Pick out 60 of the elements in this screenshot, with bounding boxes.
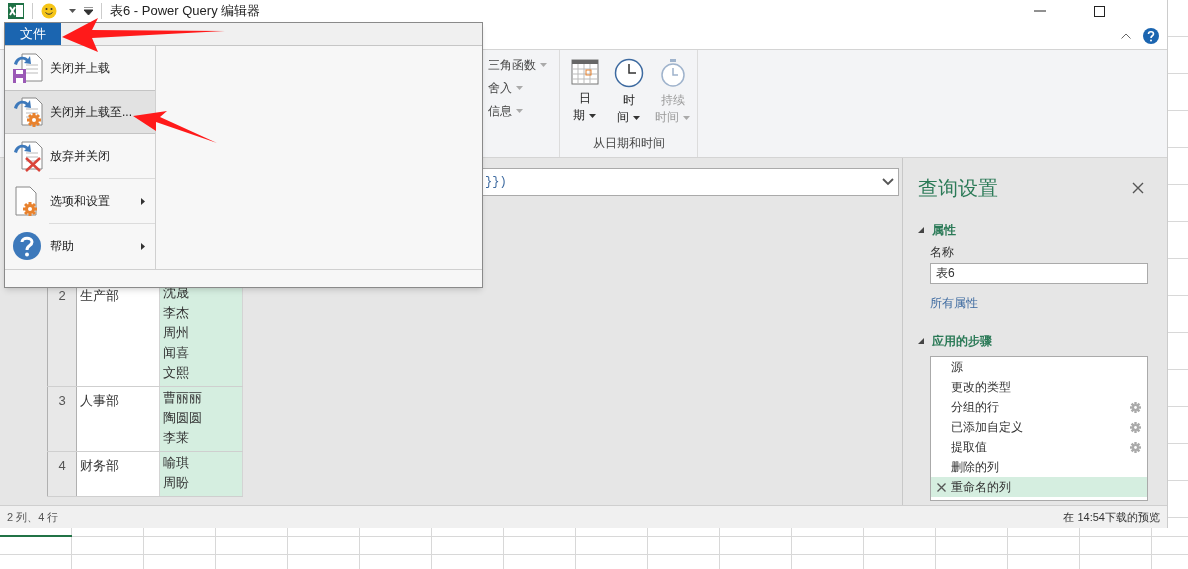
- status-text: 2 列、4 行: [7, 509, 59, 525]
- step-item[interactable]: 删除的列: [931, 457, 1147, 477]
- step-item[interactable]: 提取值: [931, 437, 1147, 457]
- calendar-icon: [570, 58, 599, 86]
- step-item[interactable]: 重命名的列: [931, 477, 1147, 497]
- pane-title: 查询设置: [918, 176, 998, 201]
- ribbon-button[interactable]: 时 间: [608, 58, 649, 126]
- ribbon-dropdown-button[interactable]: 舍入: [488, 79, 559, 96]
- caret-icon: [516, 85, 523, 90]
- step-item[interactable]: 更改的类型: [931, 377, 1147, 397]
- row-number: 4: [47, 452, 77, 496]
- submenu-arrow-icon: [141, 197, 145, 205]
- customize-toolbar-icon[interactable]: [84, 7, 93, 15]
- field-label: 名称: [930, 244, 955, 261]
- close-icon[interactable]: [1132, 182, 1144, 194]
- table-cell: 曹丽丽 陶圆圆 李莱: [160, 387, 243, 451]
- file-tab[interactable]: 文件: [5, 23, 61, 45]
- collapse-icon[interactable]: [918, 338, 924, 344]
- maximize-icon[interactable]: [1094, 5, 1105, 17]
- section-heading: 应用的步骤: [932, 333, 992, 350]
- step-item[interactable]: 已添加自定义: [931, 417, 1147, 437]
- caret-icon: [683, 115, 690, 120]
- help-icon[interactable]: [1143, 27, 1159, 44]
- status-text: 在 14:54下载的预览: [1063, 509, 1160, 525]
- menu-item[interactable]: 关闭并上载: [5, 46, 155, 90]
- collapse-ribbon-icon[interactable]: [1121, 32, 1131, 39]
- ribbon-button[interactable]: 日 期: [564, 58, 605, 126]
- help-icon: [12, 231, 42, 261]
- table-cell: 喻琪 周盼: [160, 452, 243, 496]
- section-heading: 属性: [932, 222, 956, 239]
- load-icon: [10, 51, 44, 85]
- formula-field[interactable]: }}): [480, 168, 899, 196]
- caret-icon: [633, 115, 640, 120]
- table-cell: 财务部: [77, 452, 160, 496]
- table-cell: 人事部: [77, 387, 160, 451]
- menu-item[interactable]: 放弃并关闭: [5, 134, 155, 178]
- ribbon-dropdown-button[interactable]: 三角函数: [488, 56, 559, 73]
- group-label: 从日期和时间: [591, 135, 666, 152]
- menu-item[interactable]: 关闭并上载至...: [5, 90, 155, 134]
- window-title: 表6 - Power Query 编辑器: [110, 2, 261, 21]
- collapse-icon[interactable]: [918, 227, 924, 233]
- ribbon-dropdown-button[interactable]: 信息: [488, 102, 559, 119]
- stopwatch-icon: [658, 58, 687, 88]
- menu-item[interactable]: 选项和设置: [5, 179, 155, 223]
- expand-icon[interactable]: [882, 178, 894, 186]
- name-field[interactable]: 表6: [930, 263, 1148, 284]
- smiley-icon[interactable]: [41, 3, 57, 19]
- delete-icon[interactable]: [936, 482, 946, 492]
- step-item[interactable]: 源: [931, 357, 1147, 377]
- row-number: 3: [47, 387, 77, 451]
- spreadsheet-app-icon: [8, 3, 24, 19]
- caret-icon: [69, 9, 76, 13]
- all-properties-link[interactable]: 所有属性: [930, 294, 1152, 312]
- caret-icon: [589, 113, 596, 118]
- submenu-arrow-icon: [141, 242, 145, 250]
- caret-icon: [540, 62, 547, 67]
- caret-icon: [516, 108, 523, 113]
- menu-item[interactable]: 帮助: [5, 224, 155, 268]
- step-item[interactable]: 分组的行: [931, 397, 1147, 417]
- clock-icon: [613, 58, 644, 88]
